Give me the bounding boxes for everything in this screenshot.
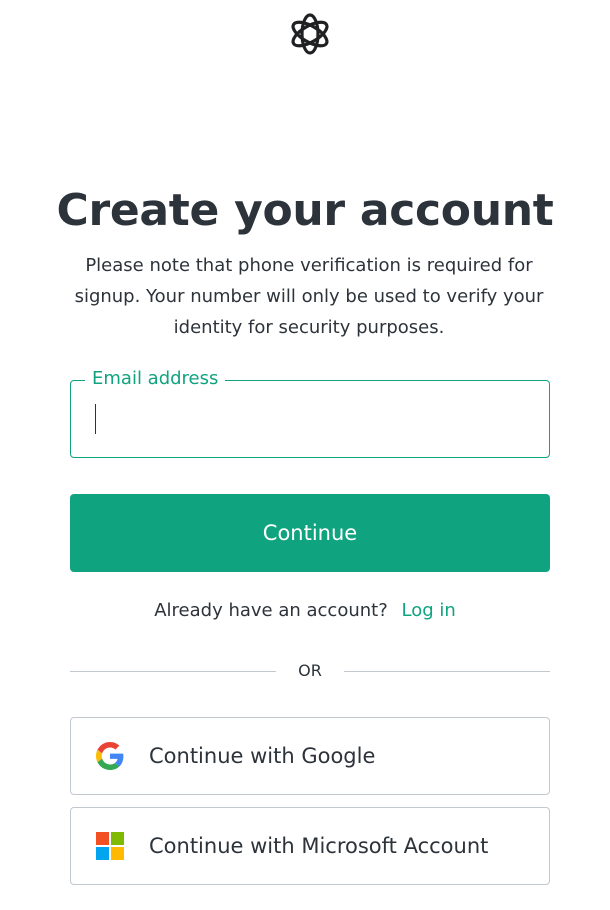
google-button-label: Continue with Google xyxy=(149,744,376,768)
login-prompt-row: Already have an account? Log in xyxy=(0,597,610,625)
phone-verification-notice: Please note that phone verification is r… xyxy=(74,255,544,338)
google-icon xyxy=(96,742,124,770)
openai-logo-icon xyxy=(291,13,329,55)
page-title: Create your account xyxy=(56,185,554,236)
text-cursor xyxy=(95,404,96,434)
email-field[interactable]: Email address xyxy=(70,366,550,458)
microsoft-button-label: Continue with Microsoft Account xyxy=(149,834,489,858)
microsoft-icon xyxy=(96,832,124,860)
continue-with-google-button[interactable]: Continue with Google xyxy=(70,717,550,795)
divider-line-right xyxy=(344,671,550,672)
continue-with-microsoft-button[interactable]: Continue with Microsoft Account xyxy=(70,807,550,885)
continue-button[interactable]: Continue xyxy=(70,494,550,572)
signup-page: Create your account Please note that pho… xyxy=(0,0,610,910)
login-link[interactable]: Log in xyxy=(402,600,456,621)
or-divider: OR xyxy=(70,660,550,682)
email-field-label: Email address xyxy=(85,366,226,392)
login-prompt-text: Already have an account? xyxy=(154,600,388,621)
